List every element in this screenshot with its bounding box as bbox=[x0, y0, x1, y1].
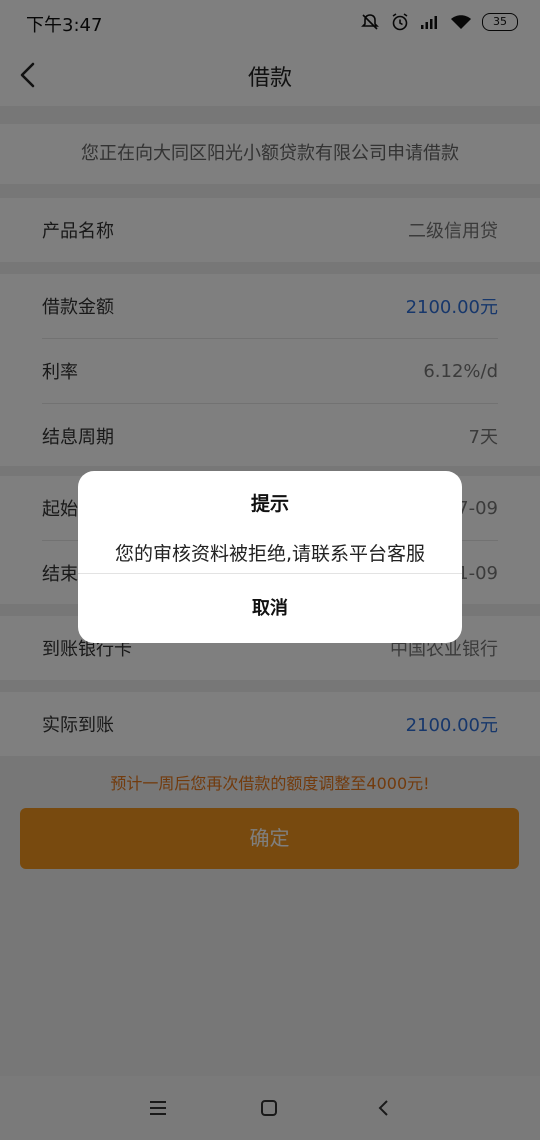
dialog-title: 提示 bbox=[250, 493, 289, 515]
dialog-message: 您的审核资料被拒绝,请联系平台客服 bbox=[114, 543, 426, 565]
dialog-cancel-button[interactable]: 取消 bbox=[78, 574, 462, 643]
alert-dialog: 提示 您的审核资料被拒绝,请联系平台客服 取消 bbox=[78, 471, 462, 643]
